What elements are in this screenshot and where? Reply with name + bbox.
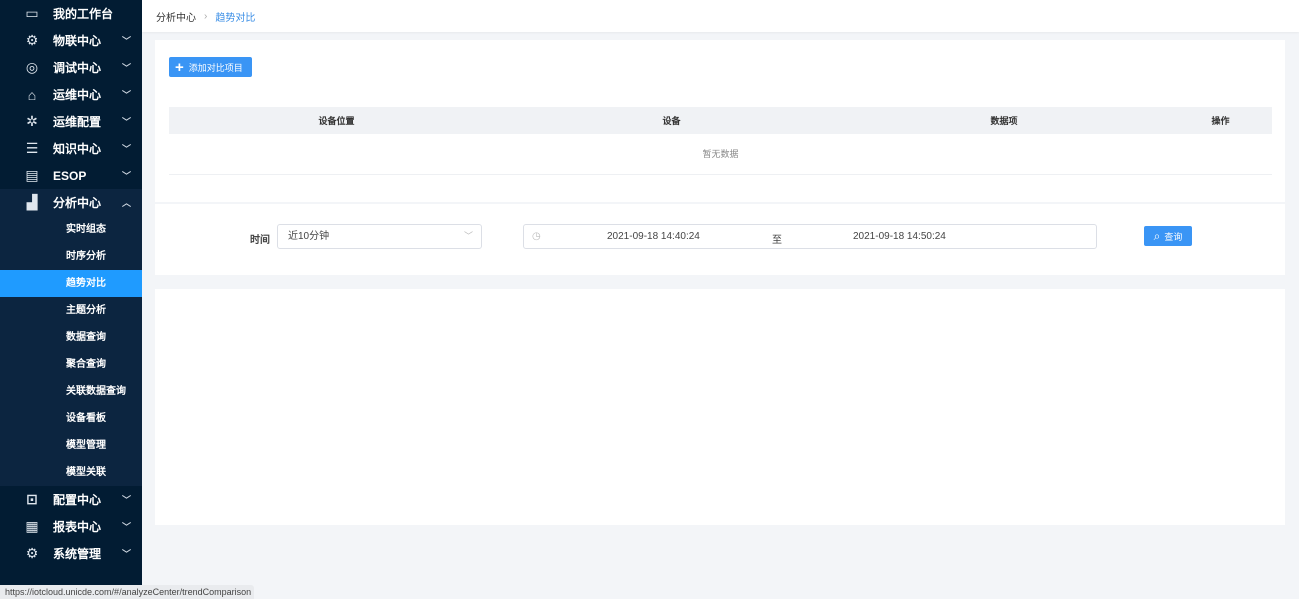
start-datetime[interactable]: 2021-09-18 14:40:24: [607, 231, 700, 242]
esop-icon: ▤: [25, 167, 39, 183]
chevron-down-icon: ﹀: [121, 90, 131, 100]
compare-items-table: 设备位置 设备 数据项 操作 暂无数据: [169, 107, 1272, 175]
breadcrumb-current: 趋势对比: [215, 12, 256, 24]
sidebar-item[interactable]: ⚙ 物联中心 ﹀: [0, 27, 142, 54]
add-compare-item-button[interactable]: + 添加对比项目: [169, 57, 252, 77]
toolbox-icon: ⊡: [26, 491, 38, 507]
gear-icon: ✲: [26, 113, 38, 129]
robot-arm-icon: ⚙: [25, 32, 39, 48]
submenu-item[interactable]: 模型关联: [0, 459, 142, 486]
compare-items-card: + 添加对比项目 设备位置 设备 数据项 操作 暂无数据 时间 近10分钟 ﹀ …: [155, 40, 1285, 275]
sidebar-item[interactable]: ⌂ 运维中心 ﹀: [0, 81, 142, 108]
divider: [155, 202, 1285, 204]
submenu-item[interactable]: 主题分析: [0, 297, 142, 324]
submenu-item[interactable]: 设备看板: [0, 405, 142, 432]
plus-icon: +: [175, 58, 184, 76]
sidebar-item-label: 运维中心: [53, 88, 102, 102]
report-icon: ▦: [25, 518, 39, 534]
sidebar-item-label: 物联中心: [53, 34, 102, 48]
sidebar-item[interactable]: ▤ ESOP ﹀: [0, 162, 142, 189]
sidebar-item-label: 分析中心: [53, 196, 102, 210]
date-range-picker[interactable]: ◷ 2021-09-18 14:40:24 至 2021-09-18 14:50…: [523, 224, 1097, 249]
submenu-item[interactable]: 聚合查询: [0, 351, 142, 378]
time-select-value: 近10分钟: [288, 231, 330, 242]
chevron-down-icon: ﹀: [121, 495, 131, 505]
chart-area: [155, 289, 1285, 525]
sidebar-item[interactable]: ▟ 分析中心 ︿: [0, 189, 142, 216]
clock-icon: ◷: [532, 231, 541, 242]
table-header: 设备位置 设备 数据项 操作: [169, 107, 1272, 134]
monitor-icon: ▭: [25, 5, 39, 21]
gear-icon: ⚙: [25, 545, 39, 561]
sidebar: ▭ 我的工作台 ⚙ 物联中心 ﹀ ◎ 调试中心 ﹀ ⌂ 运维中心 ﹀ ✲ 运维配置 ﹀ ☰ 知识中心 ﹀ ▤ ESO…: [0, 0, 142, 599]
chevron-down-icon: ﹀: [121, 63, 131, 73]
empty-text: 暂无数据: [169, 134, 1272, 175]
chevron-down-icon: ﹀: [121, 36, 131, 46]
sidebar-item-label: 配置中心: [53, 493, 102, 507]
sidebar-item[interactable]: ✲ 运维配置 ﹀: [0, 108, 142, 135]
database-icon: ☰: [25, 140, 39, 156]
submenu-item[interactable]: 实时组态: [0, 216, 142, 243]
submenu-item[interactable]: 趋势对比: [0, 270, 142, 297]
submenu-item[interactable]: 模型管理: [0, 432, 142, 459]
chevron-down-icon: ﹀: [121, 171, 131, 181]
sidebar-item-label: 运维配置: [53, 115, 102, 129]
chevron-down-icon: ﹀: [121, 522, 131, 532]
chevron-down-icon: ﹀: [121, 549, 131, 559]
sidebar-item[interactable]: ◎ 调试中心 ﹀: [0, 54, 142, 81]
chevron-up-icon: ︿: [121, 198, 131, 208]
sidebar-item[interactable]: ▦ 报表中心 ﹀: [0, 513, 142, 540]
add-button-label: 添加对比项目: [188, 62, 243, 73]
column-data-item: 数据项: [990, 116, 1018, 126]
sidebar-item-label: 调试中心: [53, 61, 102, 75]
sidebar-item-label: 系统管理: [53, 547, 102, 561]
column-actions: 操作: [1211, 116, 1230, 126]
sidebar-item-label: 知识中心: [53, 142, 102, 156]
sidebar-item-label: 报表中心: [53, 520, 102, 534]
analysis-submenu: 实时组态 时序分析 趋势对比 主题分析 数据查询 聚合查询 关联数据查询 设备看板 模型管理 模型…: [0, 216, 142, 486]
chevron-down-icon: ﹀: [463, 231, 473, 241]
debug-search-icon: ◎: [25, 59, 39, 75]
query-button-label: 查询: [1164, 231, 1183, 242]
breadcrumb-separator-icon: ›: [204, 10, 208, 22]
house-wrench-icon: ⌂: [27, 86, 37, 103]
chevron-down-icon: ﹀: [121, 117, 131, 127]
chevron-down-icon: ﹀: [121, 144, 131, 154]
sidebar-item[interactable]: ⊡ 配置中心 ﹀: [0, 486, 142, 513]
column-device: 设备: [662, 116, 681, 126]
status-bar-url: https://iotcloud.unicde.com/#/analyzeCen…: [0, 585, 254, 599]
sidebar-item[interactable]: ▭ 我的工作台: [0, 0, 142, 27]
sidebar-item[interactable]: ⚙ 系统管理 ﹀: [0, 540, 142, 567]
query-button[interactable]: ⌕ 查询: [1144, 226, 1192, 246]
bar-chart-icon: ▟: [26, 194, 38, 210]
submenu-item[interactable]: 时序分析: [0, 243, 142, 270]
sidebar-item-label: 我的工作台: [53, 7, 114, 21]
sidebar-item[interactable]: ☰ 知识中心 ﹀: [0, 135, 142, 162]
search-icon: ⌕: [1153, 228, 1161, 243]
submenu-item[interactable]: 关联数据查询: [0, 378, 142, 405]
submenu-item[interactable]: 数据查询: [0, 324, 142, 351]
end-datetime[interactable]: 2021-09-18 14:50:24: [853, 231, 946, 242]
column-device-location: 设备位置: [318, 116, 355, 126]
time-range-select[interactable]: 近10分钟 ﹀: [277, 224, 482, 249]
sidebar-item-label: ESOP: [53, 168, 87, 183]
breadcrumb-parent[interactable]: 分析中心: [156, 9, 196, 24]
range-separator: 至: [772, 235, 782, 246]
breadcrumb: 分析中心 › 趋势对比: [142, 0, 1299, 32]
time-label: 时间: [250, 235, 270, 246]
